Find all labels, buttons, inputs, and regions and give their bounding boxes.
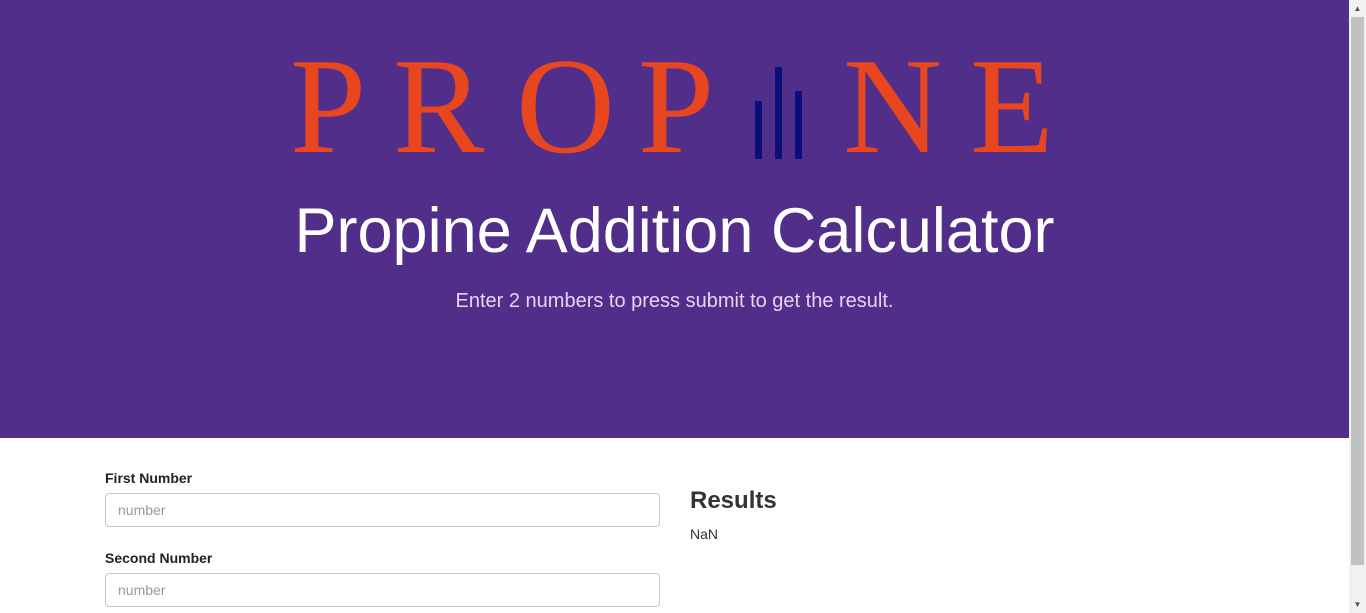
second-number-label: Second Number (105, 550, 213, 566)
first-number-input[interactable] (105, 493, 660, 527)
scroll-down-icon[interactable]: ▼ (1349, 596, 1366, 613)
addition-form: First Number Second Number (105, 470, 660, 607)
results-value: NaN (690, 526, 719, 542)
page-title: Propine Addition Calculator (294, 196, 1055, 266)
page-subtitle: Enter 2 numbers to press submit to get t… (455, 290, 894, 312)
first-number-group: First Number (105, 470, 660, 527)
logo-letter: R (393, 30, 485, 182)
propine-logo: P R O P N E (0, 0, 1349, 180)
first-number-label: First Number (105, 470, 193, 486)
scroll-up-icon[interactable]: ▲ (1349, 0, 1366, 17)
scrollbar-thumb[interactable] (1351, 17, 1364, 565)
results-heading: Results (690, 487, 777, 514)
logo-letter: E (970, 30, 1054, 182)
logo-letter: P (638, 30, 715, 182)
second-number-input[interactable] (105, 573, 660, 607)
second-number-group: Second Number (105, 550, 660, 607)
hero-banner: P R O P N E Propine Addition Calculator … (0, 0, 1349, 438)
logo-letter: N (843, 30, 942, 182)
logo-letter: O (516, 30, 615, 182)
page-scrollbar[interactable]: ▲ ▼ (1349, 0, 1366, 613)
results-panel: Results NaN (690, 487, 777, 543)
logo-letter: P (290, 30, 367, 182)
